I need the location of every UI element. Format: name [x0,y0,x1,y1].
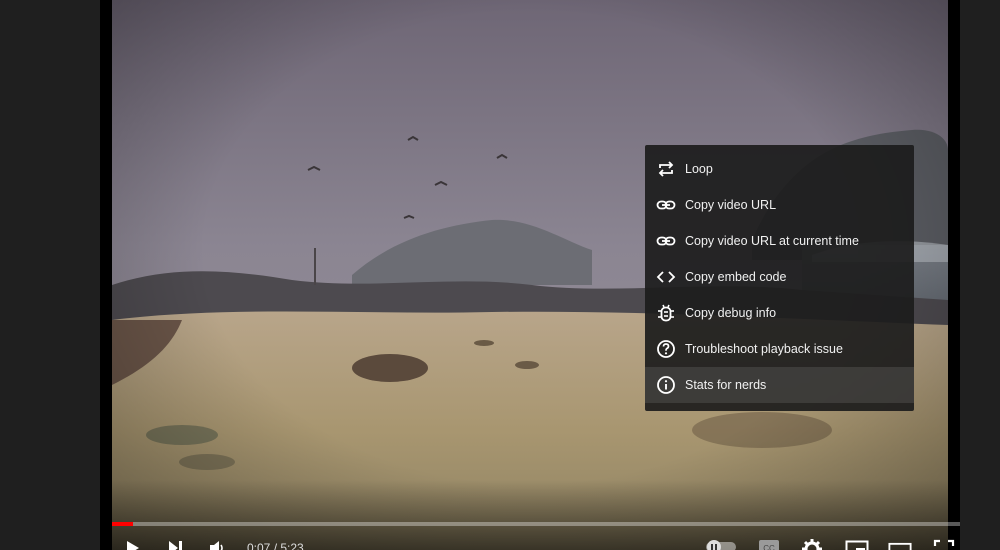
fullscreen-button[interactable] [932,538,956,550]
time-total: 5:23 [280,541,304,550]
menu-item-copy-debug-info[interactable]: Copy debug info [645,295,914,331]
menu-item-copy-embed-code[interactable]: Copy embed code [645,259,914,295]
settings-button[interactable] [800,538,824,550]
autoplay-toggle[interactable] [704,538,738,550]
menu-item-label: Copy video URL [685,198,777,212]
play-button[interactable] [120,538,144,550]
link-icon [645,223,685,259]
menu-item-copy-video-url[interactable]: Copy video URL [645,187,914,223]
time-display: 0:07 / 5:23 [247,541,304,550]
menu-item-label: Loop [685,162,713,176]
menu-item-label: Copy embed code [685,270,787,284]
progress-played [112,522,133,526]
debug-icon [645,295,685,331]
player-controls: 0:07 / 5:23 CC [100,530,960,550]
info-icon [645,367,685,403]
context-menu: Loop Copy video URL Copy video URL at cu… [645,145,914,411]
embed-code-icon [645,259,685,295]
theater-mode-icon [888,542,912,550]
menu-item-label: Troubleshoot playback issue [685,342,843,356]
menu-item-label: Copy video URL at current time [685,234,859,248]
link-icon [645,187,685,223]
volume-icon [210,541,223,550]
menu-item-loop[interactable]: Loop [645,151,914,187]
loop-icon [645,151,685,187]
svg-text:CC: CC [763,544,775,550]
page-left-margin [0,0,100,550]
page-right-margin [960,0,1000,550]
menu-item-label: Stats for nerds [685,378,767,392]
time-separator: / [270,541,281,550]
gear-icon [802,539,822,550]
progress-bar[interactable] [112,522,960,526]
miniplayer-button[interactable] [845,538,869,550]
fullscreen-icon [933,539,955,546]
next-button[interactable] [163,538,187,550]
mute-button[interactable] [205,538,229,550]
video-player[interactable]: 0:07 / 5:23 CC Loop Copy video URL Copy … [100,0,960,550]
menu-item-copy-video-url-at-time[interactable]: Copy video URL at current time [645,223,914,259]
skip-next-icon [169,541,182,550]
closed-captions-icon: CC [759,540,779,550]
subtitles-button[interactable]: CC [757,538,781,550]
menu-item-label: Copy debug info [685,306,777,320]
theater-mode-button[interactable] [888,538,912,550]
menu-item-troubleshoot-playback[interactable]: Troubleshoot playback issue [645,331,914,367]
autoplay-toggle-icon [706,540,736,550]
help-icon [645,331,685,367]
miniplayer-icon [845,540,869,550]
time-current: 0:07 [247,541,271,550]
play-icon [127,541,139,550]
menu-item-stats-for-nerds[interactable]: Stats for nerds [645,367,914,403]
